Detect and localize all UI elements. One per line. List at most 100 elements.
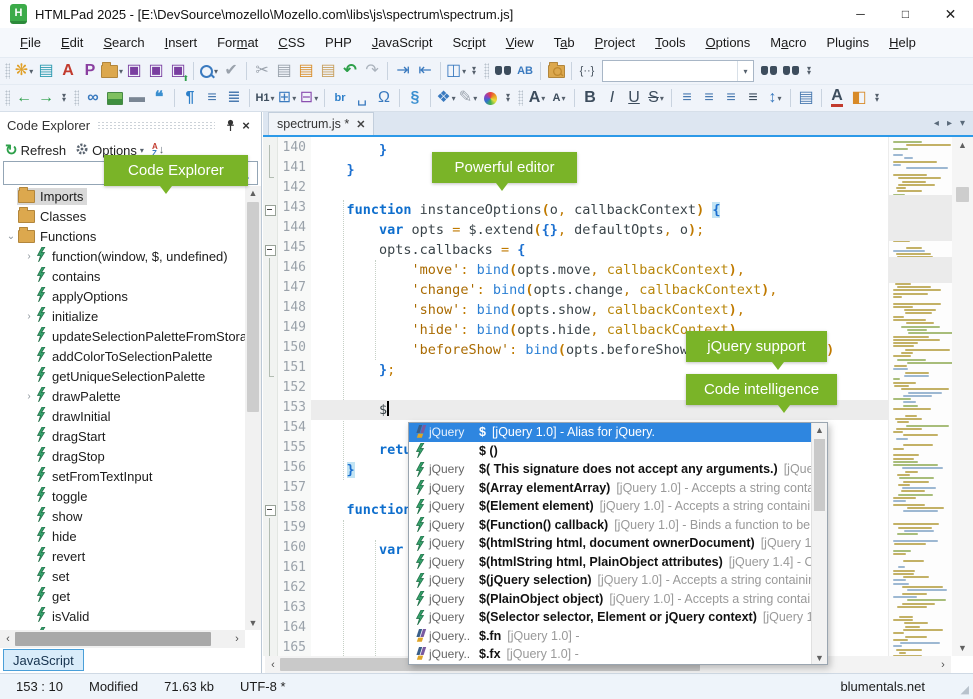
- menu-tools[interactable]: Tools: [645, 35, 695, 50]
- fold-collapse-icon[interactable]: [265, 205, 276, 216]
- menu-macro[interactable]: Macro: [760, 35, 816, 50]
- bullet-list-button[interactable]: ≡: [201, 86, 223, 110]
- tree-expand-icon[interactable]: ›: [22, 391, 36, 402]
- increase-font-button[interactable]: A▾: [526, 86, 548, 110]
- tree-item-drawinitial[interactable]: drawInitial: [0, 406, 245, 426]
- new-html-document-button[interactable]: A: [57, 59, 79, 83]
- menu-script[interactable]: Script: [442, 35, 495, 50]
- align-left-button[interactable]: ≡: [676, 86, 698, 110]
- menu-tab[interactable]: Tab: [544, 35, 585, 50]
- numbered-list-button[interactable]: ≣: [223, 86, 245, 110]
- tree-item-isvalid[interactable]: isValid: [0, 606, 245, 626]
- line-spacing-button[interactable]: ↕▾: [764, 86, 786, 110]
- format-brush-dropdown-icon[interactable]: ▾: [473, 94, 477, 103]
- outdent-button[interactable]: ⇤: [414, 59, 436, 83]
- tree-item-updateselectionpalettefromstor[interactable]: updateSelectionPaletteFromStorag: [0, 326, 245, 346]
- tag-dropdown-icon[interactable]: ▾: [452, 94, 456, 103]
- table-button[interactable]: ⊞▾: [276, 86, 298, 110]
- fold-collapse-icon[interactable]: [265, 505, 276, 516]
- table-dropdown-icon[interactable]: ▾: [292, 94, 296, 103]
- code-line-147[interactable]: 'change': bind(opts.change, callbackCont…: [314, 280, 777, 300]
- autocomplete-item[interactable]: jQuery$(Function() callback)[jQuery 1.0]…: [409, 516, 827, 535]
- menu-css[interactable]: CSS: [268, 35, 315, 50]
- tree-item-hide[interactable]: hide: [0, 526, 245, 546]
- toolbar-overflow-icon[interactable]: ▾▾: [501, 94, 515, 102]
- new-web-document-button[interactable]: ▤: [35, 59, 57, 83]
- menu-javascript[interactable]: JavaScript: [362, 35, 443, 50]
- autocomplete-item[interactable]: jQuery$( This signature does not accept …: [409, 460, 827, 479]
- menu-insert[interactable]: Insert: [155, 35, 208, 50]
- open-file-button[interactable]: ▾: [101, 59, 123, 83]
- tree-item-contains[interactable]: contains: [0, 266, 245, 286]
- menu-php[interactable]: PHP: [315, 35, 362, 50]
- non-breaking-space-button[interactable]: ␣: [351, 86, 373, 110]
- justify-button[interactable]: ≡: [742, 86, 764, 110]
- scrollbar-thumb[interactable]: [247, 202, 259, 412]
- color-picker-button[interactable]: [479, 86, 501, 110]
- code-line-141[interactable]: }: [314, 160, 355, 180]
- tree-item-initialize[interactable]: ›initialize: [0, 306, 245, 326]
- resize-grip[interactable]: ◢: [961, 683, 969, 696]
- tree-item-show[interactable]: show: [0, 506, 245, 526]
- code-line-148[interactable]: 'show': bind(opts.show, callbackContext)…: [314, 300, 745, 320]
- code-line-153[interactable]: $: [314, 400, 389, 420]
- find-next-button[interactable]: [758, 59, 780, 83]
- autocomplete-item[interactable]: jQuery$(PlainObject object)[jQuery 1.0] …: [409, 590, 827, 609]
- find-in-files-button[interactable]: [545, 59, 567, 83]
- align-center-button[interactable]: ≡: [698, 86, 720, 110]
- fill-color-button[interactable]: ◧: [848, 86, 870, 110]
- menu-view[interactable]: View: [496, 35, 544, 50]
- panel-layout-dropdown-icon[interactable]: ▾: [462, 67, 466, 76]
- form-button[interactable]: ⊟▾: [298, 86, 320, 110]
- tree-expand-icon[interactable]: ›: [22, 311, 36, 322]
- tree-expand-icon[interactable]: ⌄: [4, 231, 18, 242]
- autocomplete-item[interactable]: jQuery..$.fx[jQuery 1.0] -: [409, 645, 827, 664]
- special-character-button[interactable]: Ω: [373, 86, 395, 110]
- refresh-button[interactable]: Refresh: [21, 143, 67, 158]
- scrollbar-thumb[interactable]: [956, 187, 969, 202]
- underline-button[interactable]: U: [623, 86, 645, 110]
- options-dropdown-icon[interactable]: ▾: [140, 146, 144, 155]
- toolbar-grip[interactable]: [5, 63, 10, 79]
- strikethrough-dropdown-icon[interactable]: ▾: [660, 94, 664, 103]
- heading-dropdown-icon[interactable]: ▾: [271, 94, 275, 103]
- scroll-left-icon[interactable]: ‹: [265, 656, 281, 673]
- scroll-right-icon[interactable]: ›: [229, 630, 245, 648]
- scroll-up-icon[interactable]: ▲: [812, 423, 827, 436]
- insert-image-button[interactable]: [104, 86, 126, 110]
- tree-item-dragstart[interactable]: dragStart: [0, 426, 245, 446]
- tree-horizontal-scrollbar[interactable]: ‹ ›: [0, 630, 245, 648]
- paragraph-box-button[interactable]: ▤: [795, 86, 817, 110]
- minimize-button[interactable]: ─: [838, 0, 883, 28]
- autocomplete-item[interactable]: jQuery$(Element element)[jQuery 1.0] - A…: [409, 497, 827, 516]
- decrease-font-dropdown-icon[interactable]: ▾: [561, 94, 565, 103]
- cut-button[interactable]: ✂: [251, 59, 273, 83]
- tree-item-dragstop[interactable]: dragStop: [0, 446, 245, 466]
- new-document-dropdown-icon[interactable]: ▾: [29, 67, 33, 76]
- toolbar-overflow-icon[interactable]: ▾▾: [467, 67, 481, 75]
- spell-check-button[interactable]: ✔: [220, 59, 242, 83]
- menu-options[interactable]: Options: [695, 35, 760, 50]
- autocomplete-item[interactable]: $ (): [409, 442, 827, 461]
- form-dropdown-icon[interactable]: ▾: [314, 94, 318, 103]
- line-spacing-dropdown-icon[interactable]: ▾: [777, 94, 781, 103]
- scroll-up-icon[interactable]: ▲: [245, 186, 261, 200]
- replace-button[interactable]: AB: [514, 59, 536, 83]
- autocomplete-item[interactable]: jQuery$(Array elementArray)[jQuery 1.0] …: [409, 479, 827, 498]
- code-line-156[interactable]: }: [314, 460, 355, 480]
- toolbar-overflow-icon[interactable]: ▾▾: [57, 94, 71, 102]
- gear-icon[interactable]: [75, 142, 89, 159]
- tree-item-get[interactable]: get: [0, 586, 245, 606]
- scrollbar-thumb[interactable]: [15, 632, 211, 646]
- autocomplete-item[interactable]: jQuery$[jQuery 1.0] - Alias for jQuery.: [409, 423, 827, 442]
- pin-icon[interactable]: [222, 119, 238, 132]
- refresh-icon[interactable]: ↻: [5, 141, 18, 159]
- tree-item-revert[interactable]: revert: [0, 546, 245, 566]
- indent-button[interactable]: ⇥: [392, 59, 414, 83]
- tree-item-drawpalette[interactable]: ›drawPalette: [0, 386, 245, 406]
- save-button[interactable]: ▣: [123, 59, 145, 83]
- redo-button[interactable]: ↷: [361, 59, 383, 83]
- tag-button[interactable]: ❖▾: [435, 86, 457, 110]
- panel-layout-button[interactable]: ◫▾: [445, 59, 467, 83]
- tree-item-classes[interactable]: Classes: [0, 206, 245, 226]
